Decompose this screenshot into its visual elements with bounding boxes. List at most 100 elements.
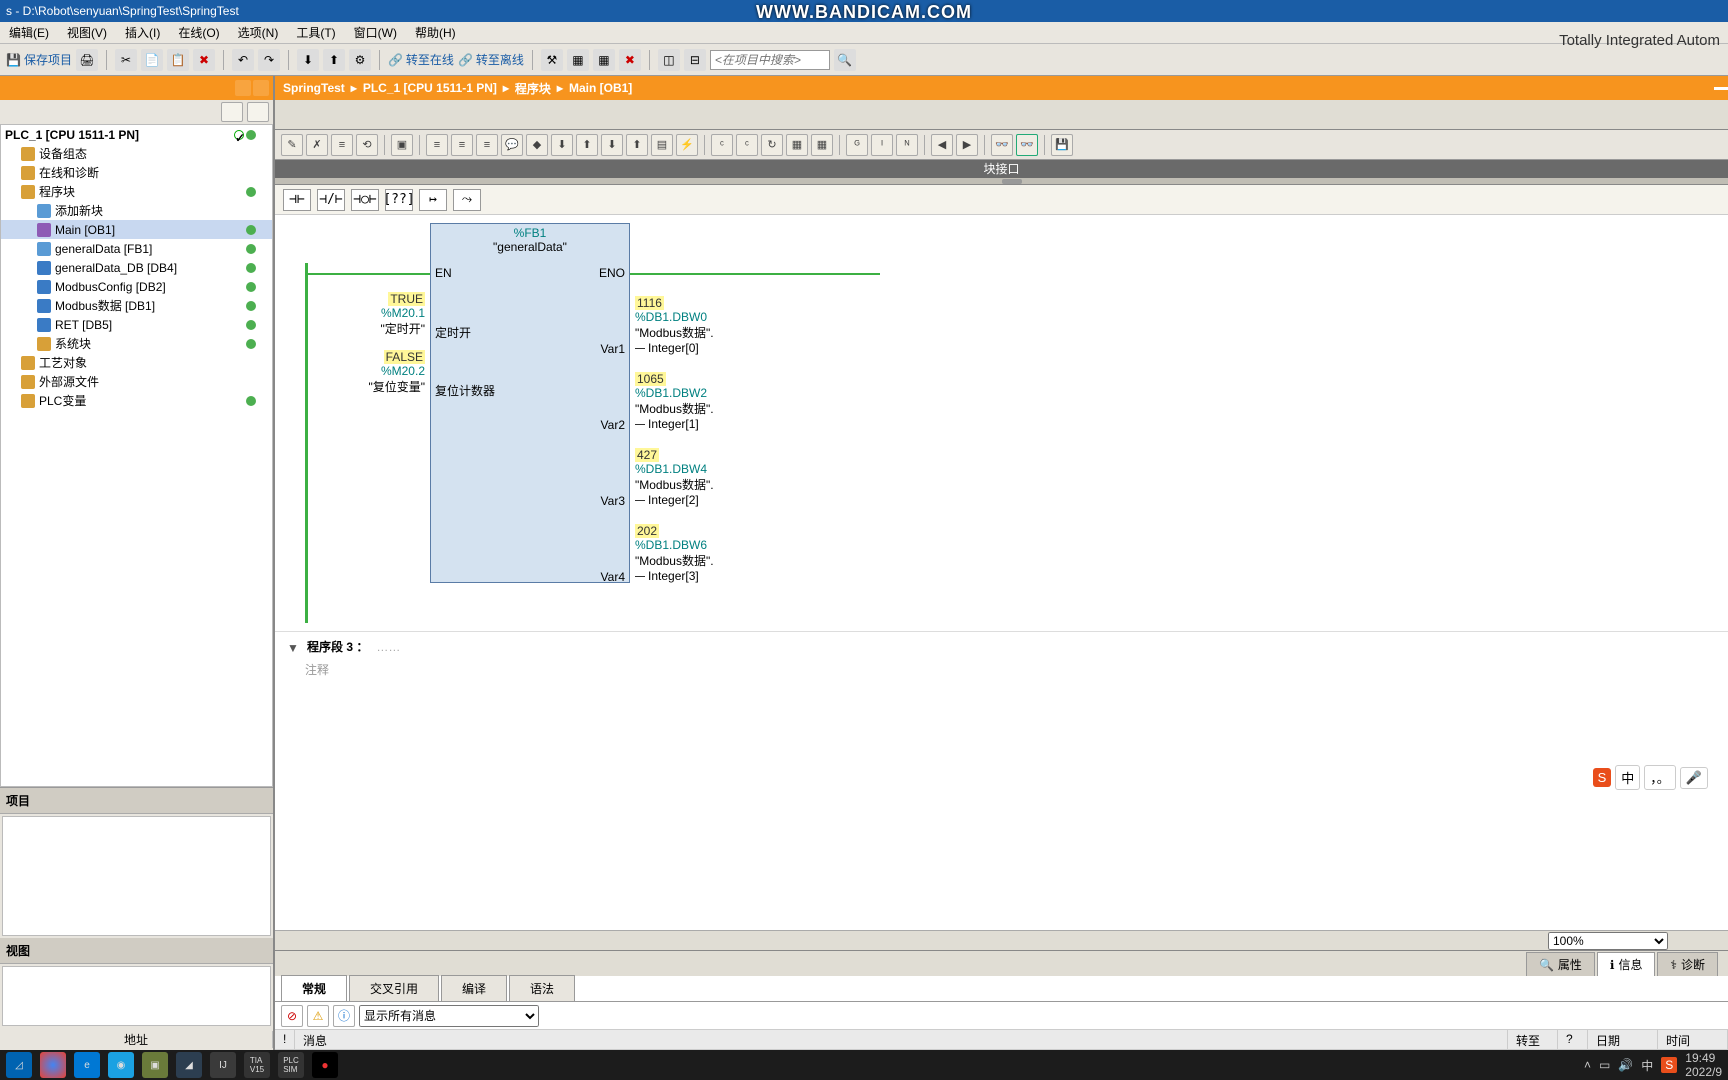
split1-icon[interactable]: ◫ [658, 49, 680, 71]
tray-ime[interactable]: 中 [1641, 1057, 1653, 1074]
tree-item[interactable]: 设备组态 [1, 144, 272, 163]
upload-icon[interactable]: ⬆ [323, 49, 345, 71]
ime-mic-icon[interactable]: 🎤 [1680, 767, 1708, 789]
et-glasses2-icon[interactable]: 👓 [1016, 134, 1038, 156]
windows-taskbar[interactable]: ◿ e ◉ ▣ ◢ IJ TIAV15 PLCSIM ● ˄ ▭ 🔊 中 S 1… [0, 1050, 1728, 1080]
tree-item[interactable]: generalData_DB [DB4] [1, 258, 272, 277]
ime-punct[interactable]: ，。 [1644, 765, 1676, 790]
tree-item[interactable]: 系统块 [1, 334, 272, 353]
tray-sogou-icon[interactable]: S [1661, 1057, 1677, 1073]
lad-no-contact[interactable]: ⊣⊢ [283, 189, 311, 211]
menu-online[interactable]: 在线(O) [169, 24, 228, 41]
et-list1-icon[interactable]: ≡ [426, 134, 448, 156]
ime-lang[interactable]: 中 [1615, 765, 1640, 790]
zoom-select[interactable]: 100% [1548, 932, 1668, 950]
start-icon[interactable]: ◿ [6, 1052, 32, 1078]
menu-help[interactable]: 帮助(H) [406, 24, 465, 41]
go-offline-button[interactable]: 🔗 转至离线 [458, 51, 524, 68]
et-tag2-icon[interactable]: ✗ [306, 134, 328, 156]
et-m5-icon[interactable]: ⬆ [626, 134, 648, 156]
menu-insert[interactable]: 插入(I) [116, 24, 169, 41]
tree-item[interactable]: RET [DB5] [1, 315, 272, 334]
subtab-syntax[interactable]: 语法 [509, 975, 575, 1001]
lad-nc-contact[interactable]: ⊣/⊢ [317, 189, 345, 211]
crumb-plc[interactable]: PLC_1 [CPU 1511-1 PN] [363, 81, 497, 95]
et-save-icon[interactable]: 💾 [1051, 134, 1073, 156]
task-plcsim-icon[interactable]: PLCSIM [278, 1052, 304, 1078]
drag-handle-icon[interactable] [1002, 179, 1022, 184]
segment-comment[interactable]: 注释 [275, 661, 1728, 678]
task-tia-icon[interactable]: TIAV15 [244, 1052, 270, 1078]
et-clip-icon[interactable]: ▣ [391, 134, 413, 156]
expand-icon[interactable]: ▼ [287, 641, 299, 653]
et-list3-icon[interactable]: ≡ [476, 134, 498, 156]
et-mon1-icon[interactable]: ᶜ [711, 134, 733, 156]
compile-icon[interactable]: ⚙ [349, 49, 371, 71]
save-project-button[interactable]: 💾 保存项目 [6, 51, 72, 68]
tree-item[interactable]: 在线和诊断 [1, 163, 272, 182]
project-panel-body[interactable] [2, 816, 271, 936]
tree-item[interactable]: 程序块 [1, 182, 272, 201]
search-go-icon[interactable]: 🔍 [834, 49, 856, 71]
paste-icon[interactable]: 📋 [167, 49, 189, 71]
crumb-main[interactable]: Main [OB1] [569, 81, 632, 95]
search-input[interactable] [710, 50, 830, 70]
et-mon5-icon[interactable]: ▦ [811, 134, 833, 156]
fb-call-block[interactable]: %FB1 "generalData" EN ENO 定时开 复位计数器 Var1… [430, 223, 630, 583]
cut-icon[interactable]: ✂ [115, 49, 137, 71]
filter-select[interactable]: 显示所有消息 [359, 1005, 539, 1027]
et-go1-icon[interactable]: ᴳ [846, 134, 868, 156]
project-tree[interactable]: PLC_1 [CPU 1511-1 PN] ✓ 设备组态在线和诊断程序块添加新块… [0, 124, 273, 787]
task-edge-icon[interactable]: e [74, 1052, 100, 1078]
tree-item[interactable]: PLC变量 [1, 391, 272, 410]
tray-time[interactable]: 19:492022/9 [1685, 1051, 1722, 1079]
task-record-icon[interactable]: ● [312, 1052, 338, 1078]
et-m6-icon[interactable]: ▤ [651, 134, 673, 156]
subtab-general[interactable]: 常规 [281, 975, 347, 1001]
tree-item[interactable]: 添加新块 [1, 201, 272, 220]
delete-icon[interactable]: ✖ [193, 49, 215, 71]
ladder-canvas[interactable]: %FB1 "generalData" EN ENO 定时开 复位计数器 Var1… [275, 215, 1728, 930]
tab-properties[interactable]: 🔍 属性 [1526, 952, 1595, 976]
undo-icon[interactable]: ↶ [232, 49, 254, 71]
tray-up-icon[interactable]: ˄ [1584, 1058, 1591, 1072]
download-icon[interactable]: ⬇ [297, 49, 319, 71]
lad-box[interactable]: [??] [385, 189, 413, 211]
tree-item[interactable]: ModbusConfig [DB2] [1, 277, 272, 296]
lad-branch-close[interactable]: ⤳ [453, 189, 481, 211]
et-go2-icon[interactable]: ᴵ [871, 134, 893, 156]
et-tag4-icon[interactable]: ⟲ [356, 134, 378, 156]
et-go3-icon[interactable]: ᴺ [896, 134, 918, 156]
task-app1-icon[interactable]: ◉ [108, 1052, 134, 1078]
et-glasses-icon[interactable]: 👓 [991, 134, 1013, 156]
tool-icon[interactable]: ⚒ [541, 49, 563, 71]
crumb-project[interactable]: SpringTest [283, 81, 345, 95]
et-m2-icon[interactable]: ⬇ [551, 134, 573, 156]
tree-item[interactable]: 外部源文件 [1, 372, 272, 391]
subtab-compile[interactable]: 编译 [441, 975, 507, 1001]
filter-info-icon[interactable]: ⓘ [333, 1005, 355, 1027]
minimize-icon[interactable] [1714, 87, 1728, 90]
in-operand-1[interactable]: TRUE %M20.1 "定时开" [311, 292, 431, 337]
tree-btn1-icon[interactable] [221, 102, 243, 122]
tray-vol-icon[interactable]: 🔊 [1618, 1058, 1633, 1072]
tree-btn2-icon[interactable] [247, 102, 269, 122]
et-m4-icon[interactable]: ⬇ [601, 134, 623, 156]
split2-icon[interactable]: ⊟ [684, 49, 706, 71]
menu-tools[interactable]: 工具(T) [287, 24, 344, 41]
tray-net-icon[interactable]: ▭ [1599, 1058, 1610, 1072]
close-x-icon[interactable]: ✖ [619, 49, 641, 71]
filter-warn-icon[interactable]: ⚠ [307, 1005, 329, 1027]
et-comment-icon[interactable]: 💬 [501, 134, 523, 156]
et-tag1-icon[interactable]: ✎ [281, 134, 303, 156]
et-mon4-icon[interactable]: ▦ [786, 134, 808, 156]
out-operand-4[interactable]: 202%DB1.DBW6"Modbus数据".Integer[3] [629, 524, 849, 583]
menu-window[interactable]: 窗口(W) [345, 24, 406, 41]
et-mon3-icon[interactable]: ↻ [761, 134, 783, 156]
redo-icon[interactable]: ↷ [258, 49, 280, 71]
menu-bar[interactable]: 编辑(E) 视图(V) 插入(I) 在线(O) 选项(N) 工具(T) 窗口(W… [0, 22, 1728, 44]
out-operand-3[interactable]: 427%DB1.DBW4"Modbus数据".Integer[2] [629, 448, 849, 507]
et-nav-right-icon[interactable]: ▶ [956, 134, 978, 156]
tree-item[interactable]: generalData [FB1] [1, 239, 272, 258]
tree-item[interactable]: Main [OB1] [1, 220, 272, 239]
